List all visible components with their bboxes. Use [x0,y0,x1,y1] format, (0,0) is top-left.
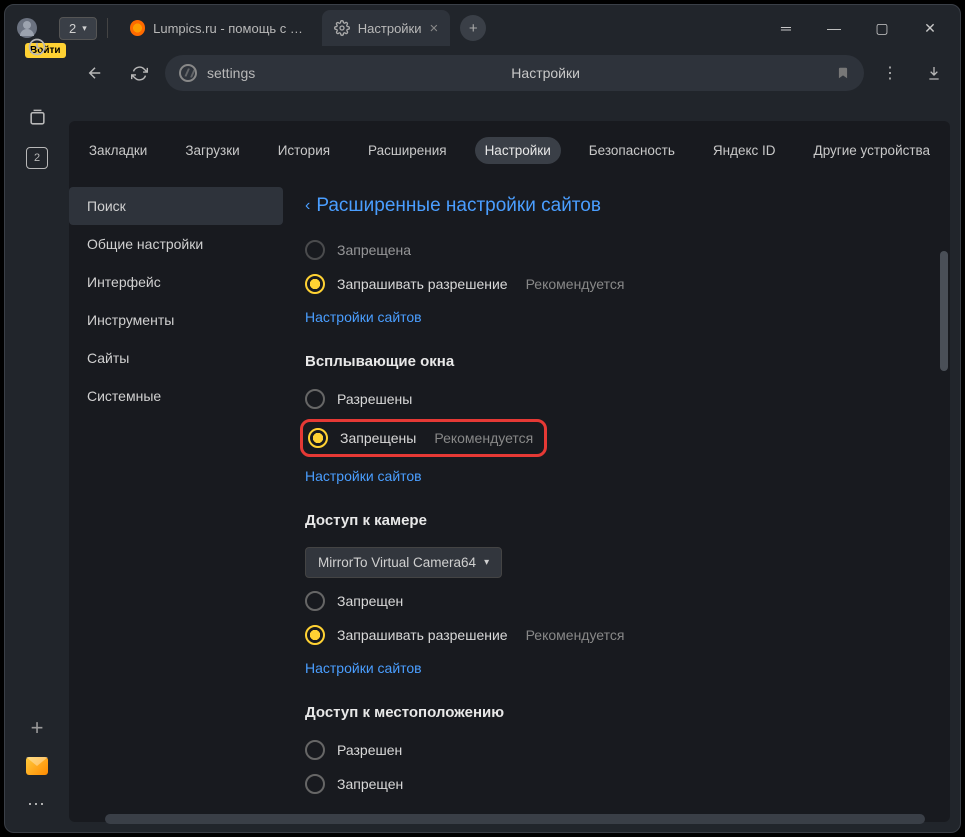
leftnav-system[interactable]: Системные [69,377,283,415]
topnav-yandex-id[interactable]: Яндекс ID [703,137,786,164]
tab-counter[interactable]: 2 ▾ [59,17,97,40]
page-title: Расширенные настройки сайтов [316,195,601,217]
topnav-history[interactable]: История [268,137,340,164]
address-text: settings [207,65,255,81]
leftnav-search[interactable]: Поиск [69,187,283,225]
browser-window: Войти 2 ▾ Lumpics.ru - помощь с ком Наст… [4,4,961,833]
radio-option-truncated[interactable]: Запрещена [305,233,920,267]
downloads-button[interactable] [916,55,952,91]
horizontal-scrollbar[interactable] [65,814,958,826]
section-location-title: Доступ к местоположению [305,684,920,733]
settings-topnav: Закладки Загрузки История Расширения Нас… [69,121,950,179]
radio-checked-icon [308,428,328,448]
site-settings-link[interactable]: Настройки сайтов [305,652,422,684]
leftnav-general[interactable]: Общие настройки [69,225,283,263]
chevron-down-icon: ▾ [484,557,489,568]
divider [107,18,108,38]
chevron-down-icon: ▾ [82,23,87,34]
maximize-icon[interactable]: ▢ [872,20,892,37]
address-bar[interactable]: settings Настройки [165,55,864,91]
tabs-badge[interactable]: 2 [26,147,48,169]
minimize-icon[interactable]: — [824,20,844,37]
recommended-label: Рекомендуется [434,430,533,446]
radio-popups-allowed[interactable]: Разрешены [305,382,920,416]
section-camera-title: Доступ к камере [305,492,920,541]
sidebar-rail: 2 + ⋯ [5,73,69,832]
radio-checked-icon [305,274,325,294]
radio-icon [305,591,325,611]
radio-location-blocked[interactable]: Запрещен [305,767,920,801]
more-button[interactable]: ⋮ [872,55,908,91]
collections-icon[interactable] [25,105,49,129]
close-icon[interactable]: × [430,20,439,37]
radio-icon [305,240,325,260]
title-bar: Войти 2 ▾ Lumpics.ru - помощь с ком Наст… [5,5,960,51]
bookmark-icon[interactable] [836,65,850,81]
recommended-label: Рекомендуется [526,627,625,643]
radio-popups-blocked[interactable]: Запрещены Рекомендуется [305,424,536,452]
radio-icon [305,774,325,794]
topnav-settings[interactable]: Настройки [475,137,561,164]
camera-select[interactable]: MirrorTo Virtual Camera64 ▾ [305,547,502,578]
topnav-extensions[interactable]: Расширения [358,137,457,164]
settings-body: Поиск Общие настройки Интерфейс Инструме… [69,179,950,822]
highlight-annotation: Запрещены Рекомендуется [300,419,547,457]
back-button[interactable] [77,55,113,91]
leftnav-tools[interactable]: Инструменты [69,301,283,339]
toolbar: settings Настройки ⋮ [5,51,960,95]
site-settings-link[interactable]: Настройки сайтов [305,460,422,492]
close-window-icon[interactable]: ✕ [920,20,940,37]
tab-inactive[interactable]: Lumpics.ru - помощь с ком [118,10,318,46]
mail-icon[interactable] [25,754,49,778]
leftnav-interface[interactable]: Интерфейс [69,263,283,301]
window-controls: ═ — ▢ ✕ [776,20,952,37]
tab-count-value: 2 [69,21,76,36]
tab-active[interactable]: Настройки × [322,10,451,46]
address-title: Настройки [255,65,836,81]
topnav-downloads[interactable]: Загрузки [175,137,249,164]
radio-icon [305,389,325,409]
site-settings-link[interactable]: Настройки сайтов [305,301,422,333]
settings-favicon [334,20,350,36]
section-popups-title: Всплывающие окна [305,333,920,382]
tab-label: Настройки [358,21,422,36]
leftnav-sites[interactable]: Сайты [69,339,283,377]
settings-main: ‹ Расширенные настройки сайтов Запрещена… [283,179,950,822]
chevron-left-icon: ‹ [305,197,310,215]
more-apps-icon[interactable]: ⋯ [25,792,49,816]
camera-device-label: MirrorTo Virtual Camera64 [318,555,476,570]
content-area: Закладки Загрузки История Расширения Нас… [69,121,950,822]
radio-location-allowed[interactable]: Разрешен [305,733,920,767]
page-title-row[interactable]: ‹ Расширенные настройки сайтов [305,179,920,233]
scrollbar-thumb[interactable] [940,251,948,371]
menu-icon[interactable]: ═ [776,20,796,37]
reload-button[interactable] [121,55,157,91]
radio-icon [305,740,325,760]
topnav-devices[interactable]: Другие устройства [804,137,941,164]
radio-camera-ask[interactable]: Запрашивать разрешение Рекомендуется [305,618,920,652]
topnav-bookmarks[interactable]: Закладки [79,137,157,164]
settings-leftnav: Поиск Общие настройки Интерфейс Инструме… [69,179,283,822]
horizontal-scrollbar-thumb[interactable] [105,814,925,824]
radio-checked-icon [305,625,325,645]
history-icon[interactable] [25,35,49,59]
topnav-security[interactable]: Безопасность [579,137,685,164]
add-icon[interactable]: + [25,716,49,740]
tab-label: Lumpics.ru - помощь с ком [153,21,306,36]
lumpics-favicon [130,20,145,36]
yandex-icon [179,64,197,82]
radio-camera-blocked[interactable]: Запрещен [305,584,920,618]
recommended-label: Рекомендуется [526,276,625,292]
new-tab-button[interactable]: + [460,15,486,41]
radio-option-ask[interactable]: Запрашивать разрешение Рекомендуется [305,267,920,301]
